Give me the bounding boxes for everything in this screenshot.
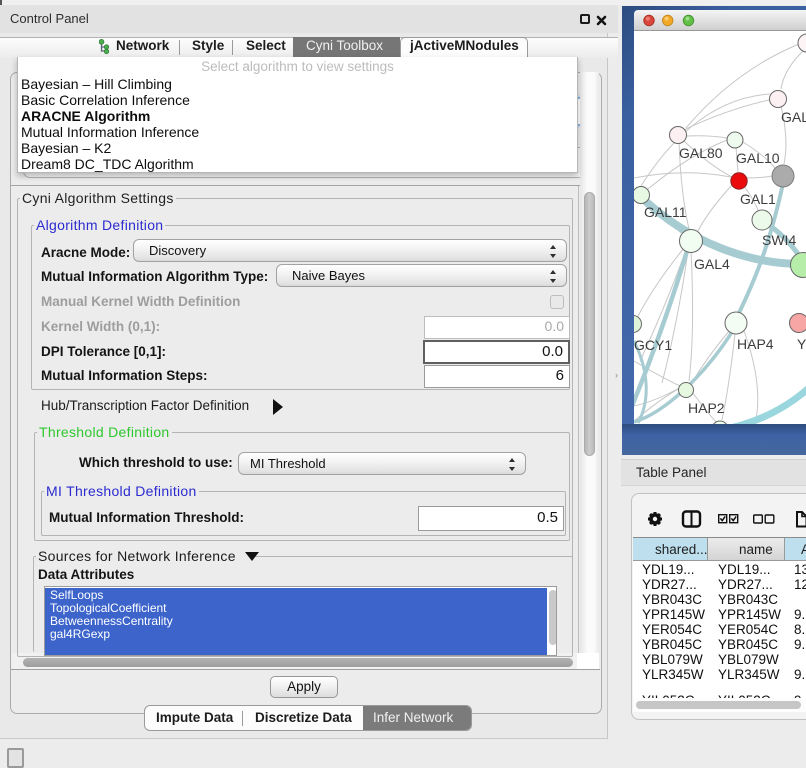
- svg-text:GAL4: GAL4: [694, 256, 730, 272]
- svg-text:GAL2: GAL2: [781, 109, 806, 125]
- svg-text:YM: YM: [797, 336, 806, 352]
- svg-text:HAP4: HAP4: [737, 336, 774, 352]
- svg-text:GAL1: GAL1: [740, 191, 776, 207]
- svg-text:HAP2: HAP2: [688, 400, 725, 416]
- svg-text:SWI4: SWI4: [762, 232, 796, 248]
- svg-text:GAL80: GAL80: [679, 145, 723, 161]
- svg-text:GAL10: GAL10: [736, 150, 780, 166]
- svg-text:GAL11: GAL11: [644, 204, 687, 220]
- svg-text:GCY1: GCY1: [634, 337, 672, 353]
